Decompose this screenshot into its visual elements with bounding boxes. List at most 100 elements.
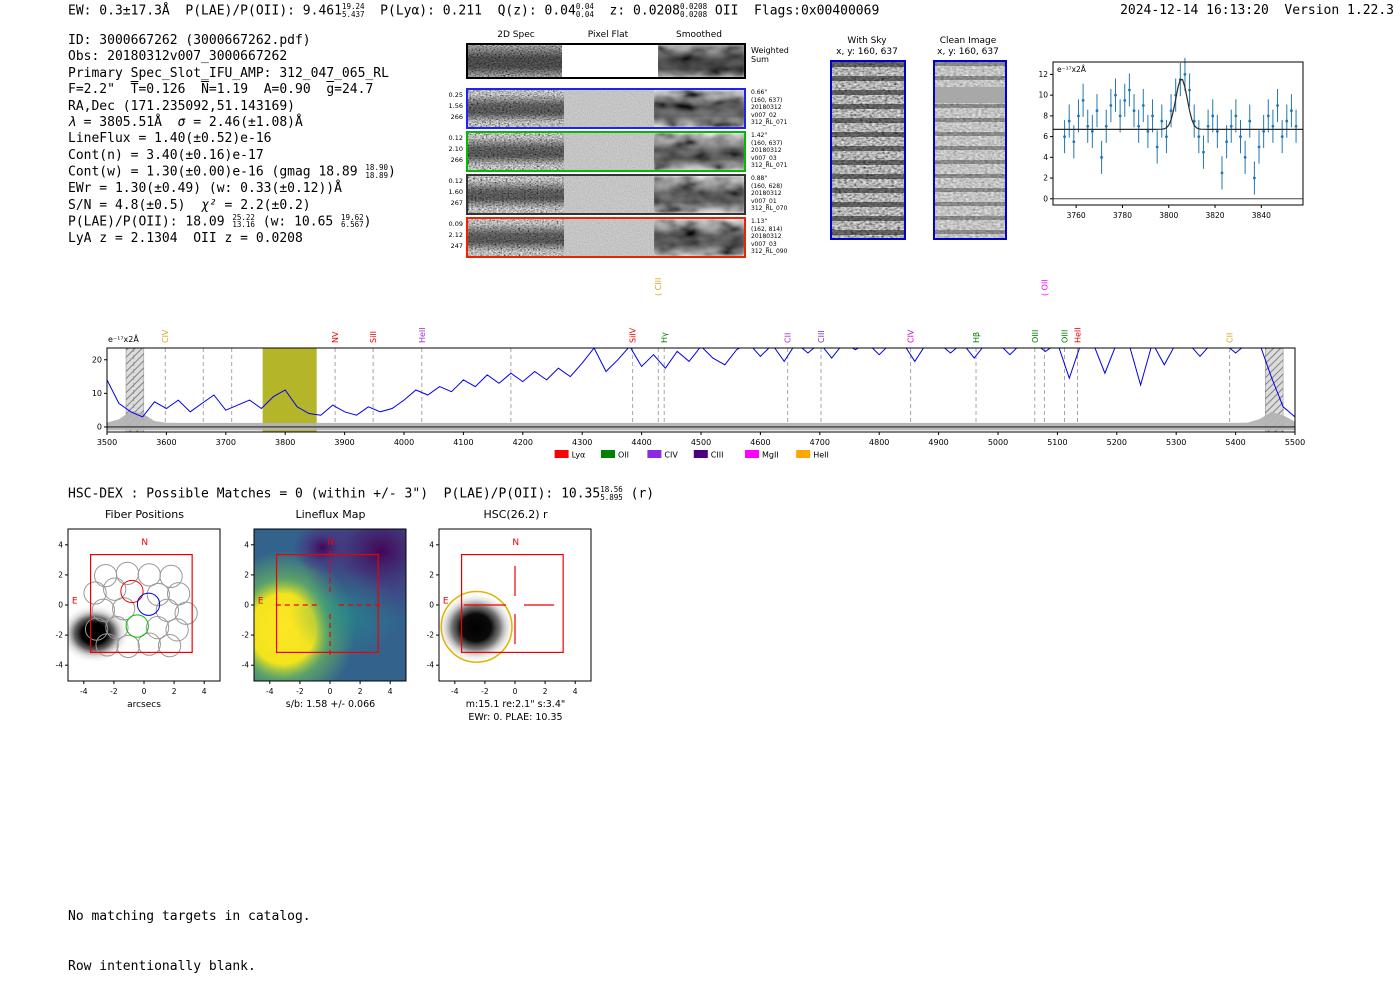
east-label: E [443,596,449,606]
cutout-image-flat [564,176,654,213]
svg-text:4800: 4800 [869,438,889,447]
zoom-unit-label: e⁻¹⁷x2Å [1057,65,1087,74]
elixer-report-page: { "header": { "left_parts": [ {"t":"EW: … [0,0,1400,974]
hsc-image-panel: HSC(26.2) r N E -4 -4 -2 -2 0 0 2 2 4 4 m:15.1 re:2… [423,508,608,724]
cutout-image-skylight [935,62,1005,238]
column-title-smoothed: Smoothed [676,30,722,40]
north-label: N [512,538,519,548]
footer-line-2: Row intentionally blank. [68,958,256,974]
cutout-image-spec [468,219,564,256]
cutout-row-meta: 0.66" (160, 637) 20180312 v007_02 312_RL_071 [751,89,788,127]
cutout-image-flat [564,90,654,127]
info-line: Cont(n) = 3.40(±0.16)e-17 [68,147,264,163]
emission-line-label: Hβ [972,332,981,343]
hsc-image-plot: N E -4 -4 -2 -2 0 0 2 2 4 4 [423,523,608,699]
cutout-row [466,217,746,258]
svg-text:4: 4 [202,687,207,696]
clean-image-coords: x, y: 160, 637 [937,47,999,57]
svg-text:2: 2 [358,687,363,695]
info-line: Obs: 20180312v007_3000667262 [68,49,288,65]
cutout-image-blank [562,45,658,77]
svg-text:3800: 3800 [275,438,295,447]
cutout-image-flat [564,133,654,170]
svg-text:4: 4 [1043,153,1048,162]
cutout-row-weights: 0.09 2.12 247 [448,220,463,250]
svg-text:8: 8 [1043,111,1048,120]
svg-text:5500: 5500 [1285,438,1305,447]
svg-text:0: 0 [328,687,333,695]
lineflux-map-plot: N E -4 -4 -2 -2 0 0 2 2 4 4 [238,523,423,699]
svg-text:2: 2 [543,687,548,695]
info-line: ID: 3000667262 (3000667262.pdf) [68,33,311,48]
emission-line-label: CII [1226,333,1235,343]
stacked-fraction: 25.22 13.16 [232,212,255,230]
cutout-image-spec [468,90,564,127]
full-spectrum-chart: 3500 3600 3700 3800 3900 4000 4100 4200 4300 4400… [60,260,1350,479]
svg-text:12: 12 [1038,70,1048,79]
svg-text:4: 4 [58,540,63,549]
arcsec-axis-label: arcsecs [127,700,161,710]
hsc-image-caption-2: EWr: 0. PLAE: 10.35 [468,711,563,723]
info-line: LineFlux = 1.40(±0.52)e-16 [68,131,272,147]
cutout-image-flat [564,219,654,256]
with-sky-title: With Sky [847,36,887,46]
cutout-row-meta: 0.88" (160, 628) 20180312 v007_01 312_RL_070 [751,175,788,213]
hsc-dex-match-line: HSC-DEX : Possible Matches = 0 (within +… [68,485,655,502]
spectrum-unit-label: e⁻¹⁷x2Å [108,333,139,344]
cutout-image-smooth [654,219,744,256]
svg-text:3600: 3600 [156,438,176,447]
column-title-pixel-flat: Pixel Flat [587,30,629,40]
svg-text:CIV: CIV [664,451,678,460]
stacked-fraction: 19.24 5.437 [341,2,365,19]
svg-text:5400: 5400 [1225,438,1245,447]
svg-text:5000: 5000 [988,438,1008,447]
east-label: E [258,596,264,606]
svg-text:0: 0 [142,687,147,696]
clean-image [933,60,1007,240]
emission-line-label: ( OII [1040,279,1049,296]
svg-text:-4: -4 [427,661,435,670]
svg-text:2: 2 [244,570,249,579]
cutout-image-smooth [654,133,744,170]
fiber-positions-plot: N E -4 -4 -2 -2 0 0 2 2 4 4 arcsecs [52,523,237,715]
svg-text:-4: -4 [266,687,274,695]
emission-line-label: SiII [369,331,378,343]
svg-text:0: 0 [1043,194,1048,203]
svg-text:-4: -4 [56,661,64,670]
lineflux-map-svg: NE-4-4-2-2002244 [242,528,407,696]
emission-line-label: HeII [1074,327,1083,343]
cutout-row-weights: 0.12 1.60 267 [448,177,463,207]
emission-line-label: OIII [1061,330,1070,343]
svg-text:0: 0 [513,687,518,695]
svg-text:4900: 4900 [928,438,948,447]
svg-text:4: 4 [388,687,393,695]
clean-image-title: Clean Image [939,36,997,46]
svg-text:4600: 4600 [750,438,770,447]
hsc-image-caption-1: m:15.1 re:2.1" s:3.4" [465,699,566,710]
emission-line-label: NV [331,331,340,343]
with-sky-coords: x, y: 160, 637 [836,47,898,57]
weighted-sum-strip [466,43,746,79]
svg-text:MgII: MgII [762,451,779,460]
svg-text:0: 0 [97,422,102,431]
cutout-image-smooth [654,90,744,127]
svg-text:-4: -4 [451,687,459,695]
svg-text:2: 2 [172,687,177,696]
fiber-positions-svg: N E -4 -4 -2 -2 0 0 2 2 4 4 arcsecs [56,528,221,710]
stacked-fraction: 18.90 18.89 [365,163,388,180]
stacked-fraction: 0.04 0.04 [575,2,594,19]
svg-text:0: 0 [58,601,63,610]
cutout-row-meta: 1.42" (160, 637) 20180312 v007_03 312_RL_071 [751,132,788,170]
galaxy-blob [68,603,131,664]
cutout-image-sky [832,62,904,238]
stacked-fraction: 0.0208 0.0208 [680,2,708,19]
info-line: Cont(w) = 1.30(±0.00)e-16 (gmag 18.89 18… [68,163,396,180]
fiber-positions-title: Fiber Positions [105,508,184,521]
svg-text:5200: 5200 [1107,438,1127,447]
lineflux-heatmap: NE [254,529,406,681]
svg-text:-2: -2 [296,687,304,695]
header-timestamp-version: 2024-12-14 16:13:20 Version 1.22.3 [1120,3,1394,18]
emission-line-label: Hγ [660,332,669,343]
svg-text:4000: 4000 [394,438,414,447]
lineflux-map-panel: Lineflux Map N E -4 -4 -2 -2 0 0 2 2 4 4 s/b: 1.58 … [238,508,423,712]
